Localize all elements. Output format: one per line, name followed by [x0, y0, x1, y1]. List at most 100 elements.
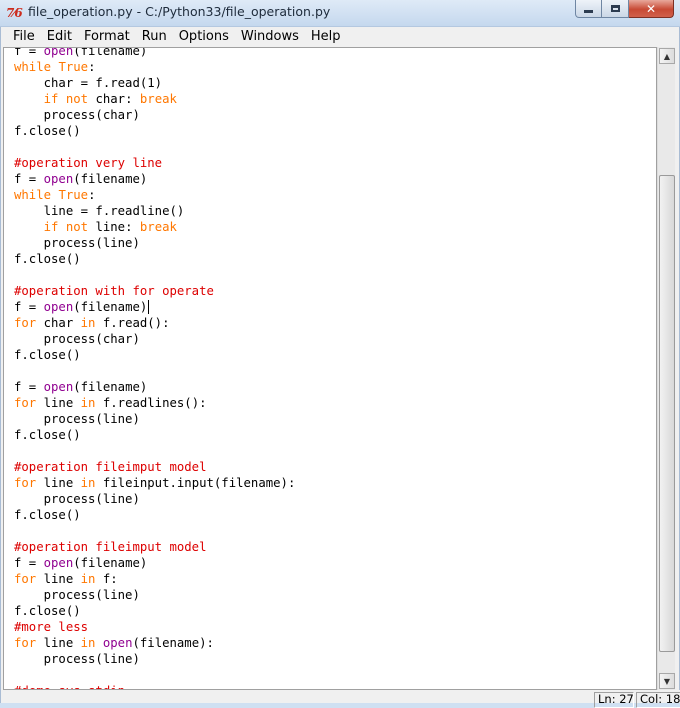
code-line[interactable]: for line in fileinput.input(filename):	[14, 475, 295, 491]
code-line[interactable]: f = open(filename)	[14, 379, 295, 395]
code-token: (filename):	[132, 636, 214, 650]
code-line[interactable]: process(char)	[14, 331, 295, 347]
code-line[interactable]: process(line)	[14, 411, 295, 427]
vertical-scrollbar[interactable]: ▲ ▼	[657, 47, 675, 690]
minimize-button[interactable]	[575, 0, 602, 18]
code-line[interactable]: process(line)	[14, 491, 295, 507]
code-line[interactable]: #operation fileimput model	[14, 539, 295, 555]
code-token: line = f.readline()	[14, 204, 185, 218]
code-line[interactable]: #operation with for operate	[14, 283, 295, 299]
code-line[interactable]: f = open(filename)	[14, 299, 295, 315]
scrollbar-thumb[interactable]	[659, 175, 675, 652]
code-line[interactable]: #operation very line	[14, 155, 295, 171]
code-token: :	[88, 60, 96, 74]
menu-windows[interactable]: Windows	[235, 27, 305, 47]
code-token: process(line)	[14, 588, 140, 602]
code-token: f.read():	[95, 316, 170, 330]
code-token: line:	[88, 220, 140, 234]
menu-help[interactable]: Help	[305, 27, 347, 47]
keyword-token: for	[14, 476, 37, 490]
code-line[interactable]: #demo sys.stdin	[14, 683, 295, 689]
code-line[interactable]: process(line)	[14, 651, 295, 667]
builtin-token: open	[43, 300, 74, 314]
keyword-token: not	[65, 220, 89, 234]
window-controls: ✕	[575, 0, 674, 20]
code-line[interactable]: while True:	[14, 187, 295, 203]
status-line-number: Ln: 27	[594, 692, 634, 708]
code-line[interactable]: while True:	[14, 59, 295, 75]
menu-run[interactable]: Run	[136, 27, 173, 47]
code-line[interactable]: #operation fileimput model	[14, 459, 295, 475]
code-line[interactable]: process(line)	[14, 587, 295, 603]
builtin-token: open	[43, 47, 74, 58]
code-line[interactable]: char = f.read(1)	[14, 75, 295, 91]
code-line[interactable]: f.close()	[14, 603, 295, 619]
code-line[interactable]: for line in open(filename):	[14, 635, 295, 651]
scroll-down-button[interactable]: ▼	[659, 673, 675, 689]
comment-token: #more less	[14, 620, 89, 634]
editor-frame: f = open(filename) while True: char = f.r…	[0, 47, 680, 690]
code-line[interactable]: #more less	[14, 619, 295, 635]
idle-app-icon: 7⁄6	[6, 6, 23, 20]
code-line[interactable]: line = f.readline()	[14, 203, 295, 219]
code-token: char = f.read(1)	[14, 76, 163, 90]
keyword-token: in	[80, 396, 96, 410]
code-token: f.close()	[14, 252, 81, 266]
code-line[interactable]	[14, 139, 295, 155]
code-line[interactable]: f.close()	[14, 427, 295, 443]
builtin-token: open	[43, 380, 74, 394]
code-line[interactable]: process(char)	[14, 107, 295, 123]
code-token: process(line)	[14, 412, 140, 426]
title-bar[interactable]: 7⁄6 file_operation.py - C:/Python33/file…	[0, 0, 680, 27]
keyword-token: True	[58, 60, 89, 74]
menu-options[interactable]: Options	[173, 27, 235, 47]
menu-format[interactable]: Format	[78, 27, 136, 47]
close-button[interactable]: ✕	[629, 0, 674, 18]
keyword-token: while	[14, 188, 52, 202]
keyword-token: True	[58, 188, 89, 202]
code-line[interactable]: for line in f.readlines():	[14, 395, 295, 411]
menu-file[interactable]: File	[7, 27, 41, 47]
maximize-button[interactable]	[602, 0, 629, 18]
code-line[interactable]	[14, 267, 295, 283]
code-line[interactable]	[14, 363, 295, 379]
code-line[interactable]	[14, 523, 295, 539]
builtin-token: open	[43, 172, 74, 186]
code-line[interactable]: process(line)	[14, 235, 295, 251]
code-line[interactable]: f = open(filename)	[14, 171, 295, 187]
code-line[interactable]: f = open(filename)	[14, 47, 295, 59]
code-line[interactable]: f = open(filename)	[14, 555, 295, 571]
minimize-icon	[584, 10, 593, 13]
code-token: process(line)	[14, 236, 140, 250]
window-title: file_operation.py - C:/Python33/file_ope…	[28, 4, 331, 19]
code-token: line	[36, 636, 81, 650]
code-line[interactable]: if not char: break	[14, 91, 295, 107]
menu-edit[interactable]: Edit	[41, 27, 78, 47]
scroll-up-button[interactable]: ▲	[659, 48, 675, 64]
code-line[interactable]: f.close()	[14, 123, 295, 139]
code-line[interactable]: for char in f.read():	[14, 315, 295, 331]
code-text[interactable]: f = open(filename) while True: char = f.r…	[14, 47, 295, 689]
triangle-down-icon: ▼	[663, 676, 671, 686]
keyword-token: break	[139, 92, 177, 106]
code-line[interactable]: f.close()	[14, 347, 295, 363]
code-token: line	[36, 476, 81, 490]
code-token: f =	[14, 172, 44, 186]
code-editor[interactable]: f = open(filename) while True: char = f.r…	[3, 47, 657, 690]
code-line[interactable]: f.close()	[14, 251, 295, 267]
comment-token: #operation fileimput model	[14, 460, 207, 474]
code-line[interactable]	[14, 667, 295, 683]
code-line[interactable]: for line in f:	[14, 571, 295, 587]
keyword-token: for	[14, 316, 37, 330]
code-line[interactable]: f.close()	[14, 507, 295, 523]
triangle-up-icon: ▲	[663, 51, 671, 61]
keyword-token: not	[65, 92, 89, 106]
keyword-token: for	[14, 572, 37, 586]
builtin-token: open	[102, 636, 133, 650]
code-line[interactable]: if not line: break	[14, 219, 295, 235]
code-line[interactable]	[14, 443, 295, 459]
code-token: process(char)	[14, 332, 140, 346]
